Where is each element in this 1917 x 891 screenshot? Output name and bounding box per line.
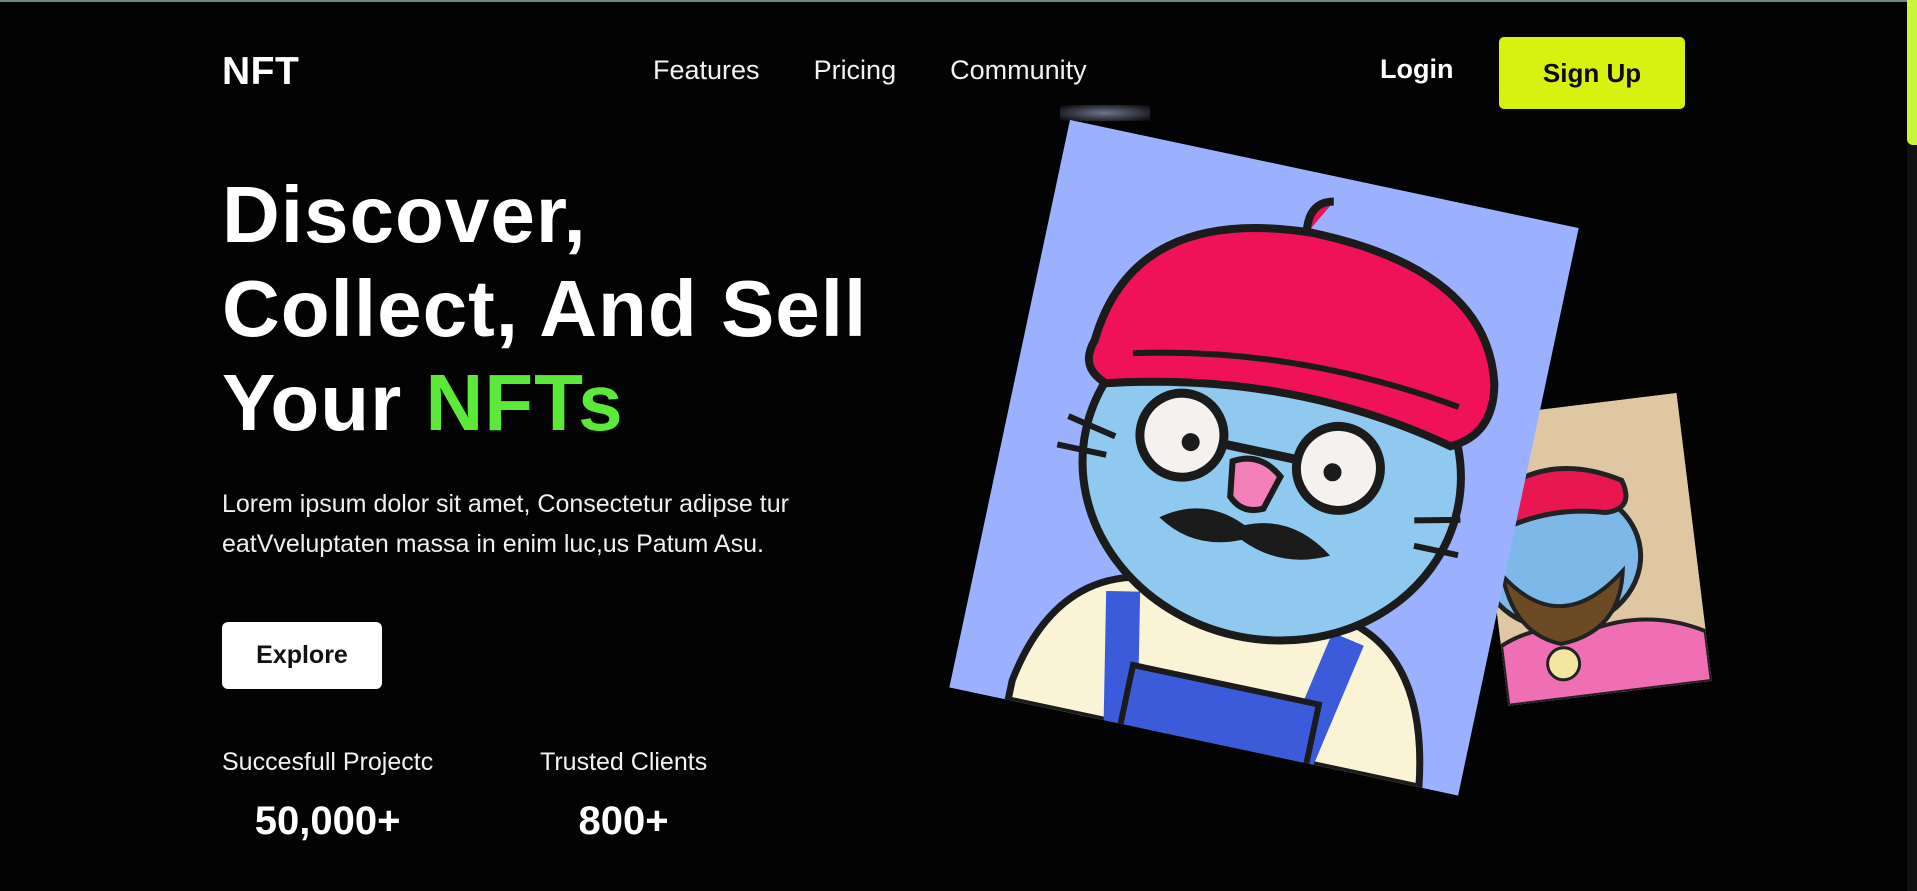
hero-title: Discover, Collect, And Sell Your NFTs	[222, 168, 867, 450]
stat-label: Trusted Clients	[540, 748, 708, 776]
hero-title-line1: Discover,	[222, 170, 587, 259]
brand-logo[interactable]: NFT	[222, 50, 299, 94]
nft-card-primary[interactable]	[949, 120, 1579, 796]
stat-projects: Succesfull Projectc 50,000+	[222, 748, 433, 844]
main-nav: Features Pricing Community	[653, 55, 1087, 86]
nav-item-community[interactable]: Community	[950, 55, 1087, 86]
scrollbar-thumb[interactable]	[1907, 0, 1917, 145]
stat-value: 50,000+	[254, 799, 401, 843]
hero-title-highlight: NFTs	[425, 358, 624, 447]
cat-beret-glasses-illustration	[949, 120, 1579, 796]
nav-item-features[interactable]: Features	[653, 55, 760, 86]
hero-description: Lorem ipsum dolor sit amet, Consectetur …	[222, 490, 789, 558]
stat-label: Succesfull Projectc	[222, 748, 434, 776]
image-glow	[1060, 105, 1150, 121]
hero-title-line3: Your	[222, 358, 426, 447]
explore-button[interactable]: Explore	[222, 622, 382, 689]
stat-clients: Trusted Clients 800+	[540, 748, 707, 844]
hero-title-line2: Collect, And Sell	[222, 264, 868, 353]
nav-item-pricing[interactable]: Pricing	[814, 55, 897, 86]
signup-button[interactable]: Sign Up	[1499, 37, 1685, 109]
top-border	[0, 0, 1917, 2]
login-link[interactable]: Login	[1380, 54, 1453, 85]
stat-value: 800+	[578, 799, 669, 843]
